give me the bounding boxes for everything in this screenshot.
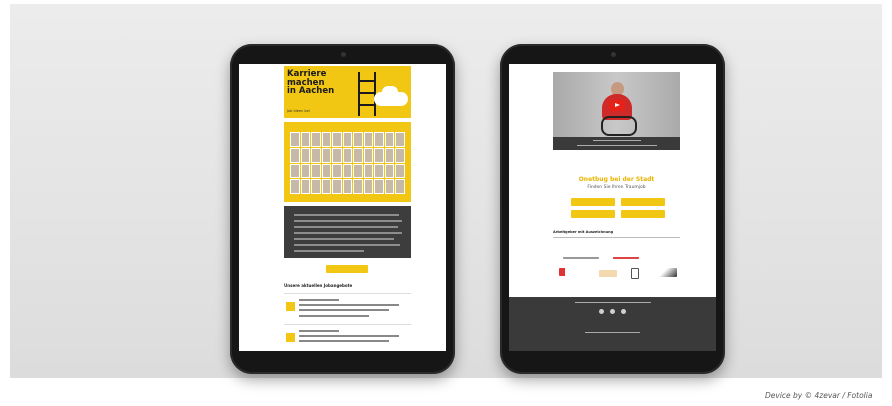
camera-icon [610,52,616,57]
divider [553,237,680,238]
partner-logo [613,250,639,259]
section-headline: Onetbug bei der Stadt [578,176,655,183]
image-credit: Device by © 4zevar / Fotolia [765,391,873,400]
page-footer [509,297,716,351]
partner-logo [563,250,599,259]
logos-title: Arbeitgeber mit Auszeichnung [553,230,614,234]
tablet-right: Onetbug bei der Stadt Finden Sie Ihren T… [500,44,725,374]
hero-title: Karriere machen in Aachen [287,70,349,96]
hero-banner: Karriere machen in Aachen Job Ideen bei [284,66,411,118]
partner-logo [559,268,595,276]
social-icon[interactable] [610,309,615,314]
video-caption [553,137,680,150]
section-subline: Finden Sie Ihren Traumjob [587,185,646,190]
job-list-item[interactable] [284,324,411,351]
wheelchair-icon [601,116,637,136]
more-info-button[interactable] [326,265,368,273]
tablet-right-screen[interactable]: Onetbug bei der Stadt Finden Sie Ihren T… [509,64,716,351]
photo-grid [290,132,405,194]
social-icon[interactable] [599,309,604,314]
partner-logo [631,268,639,279]
tablet-left-screen[interactable]: Karriere machen in Aachen Job Ideen bei [239,64,446,351]
cloud-icon [382,86,398,98]
hero-subtitle: Job Ideen bei [287,109,310,113]
play-icon[interactable] [609,100,625,111]
photo-collage [284,122,411,202]
partner-logo [655,268,677,277]
tablet-left: Karriere machen in Aachen Job Ideen bei [230,44,455,374]
mockup-stage: Karriere machen in Aachen Job Ideen bei [10,4,882,378]
category-button[interactable] [621,198,665,206]
job-icon [286,333,295,342]
camera-icon [340,52,346,57]
hero-title-line-3: in Aachen [287,86,335,96]
category-button[interactable] [621,210,665,218]
social-icon[interactable] [621,309,626,314]
job-list-item[interactable] [284,293,411,322]
video-player[interactable] [553,72,680,150]
intro-text-box [284,206,411,258]
job-icon [286,302,295,311]
category-button[interactable] [571,198,615,206]
category-button[interactable] [571,210,615,218]
partner-logo [599,270,617,277]
jobs-section-title: Unsere aktuellen Jobangebote [284,283,353,288]
